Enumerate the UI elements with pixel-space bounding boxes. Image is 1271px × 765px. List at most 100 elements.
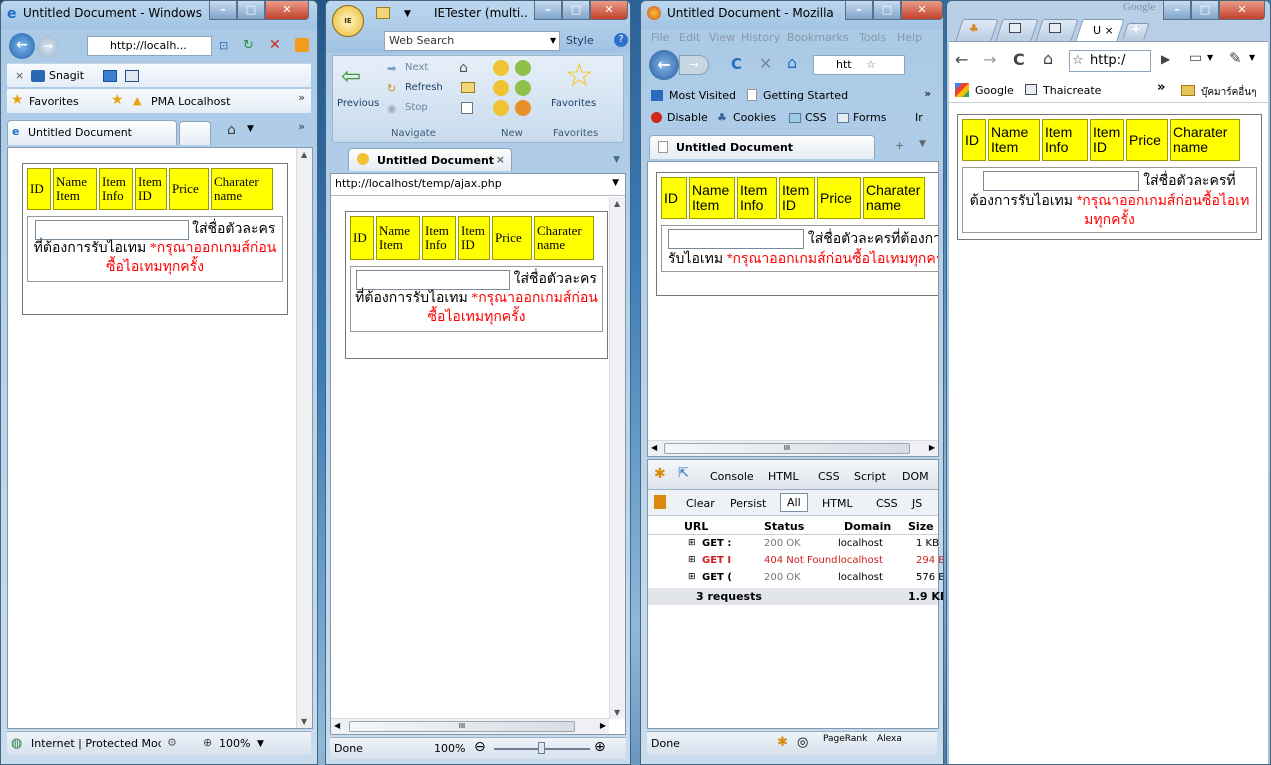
- firefox-stop-icon[interactable]: ✕: [759, 54, 772, 73]
- filter-css[interactable]: CSS: [870, 495, 904, 512]
- filter-all[interactable]: All: [780, 493, 808, 512]
- yslow-icon[interactable]: ◎: [797, 735, 808, 750]
- ietester-close-button[interactable]: ✕: [590, 1, 628, 20]
- favorites-big-star-icon[interactable]: ☆: [565, 56, 594, 94]
- firefox-horizontal-scrollbar[interactable]: ◀ III ▶: [648, 440, 938, 456]
- chrome-active-tab-label[interactable]: U ×: [1093, 24, 1114, 37]
- firebug-pause-icon[interactable]: [654, 495, 666, 509]
- firebug-bug-icon[interactable]: ✱: [654, 466, 666, 482]
- compat-view-icon[interactable]: ⊡: [219, 39, 228, 52]
- firefox-character-input[interactable]: [668, 229, 804, 250]
- ie-maximize-button[interactable]: □: [237, 1, 265, 20]
- ie-zoom-icon[interactable]: ⊕: [203, 736, 212, 749]
- ietester-quick-dropdown-icon[interactable]: ▼: [404, 9, 411, 19]
- add-favorites-icon[interactable]: ★: [111, 92, 124, 108]
- scroll-down-icon[interactable]: ▼: [301, 717, 307, 726]
- ie-new-tab-button[interactable]: [179, 121, 211, 145]
- pagerank-label[interactable]: PageRank: [823, 734, 867, 744]
- chrome-wrench-dropdown-icon[interactable]: ▼: [1249, 53, 1255, 62]
- firefox-new-tab-icon[interactable]: +: [895, 139, 904, 152]
- refresh-ribbon-icon[interactable]: ↻: [387, 82, 396, 95]
- ietester-help-icon[interactable]: ?: [614, 33, 628, 47]
- ietester-tab[interactable]: Untitled Document ×: [348, 148, 512, 171]
- ie-favorites-label[interactable]: Favorites: [29, 95, 79, 108]
- ie-titlebar[interactable]: e Untitled Document - Windows I... – □ ✕: [1, 1, 317, 29]
- net-col-status[interactable]: Status: [764, 520, 804, 533]
- menu-bookmarks[interactable]: Bookmarks: [787, 31, 848, 44]
- filter-html[interactable]: HTML: [816, 495, 859, 512]
- previous-button[interactable]: Previous: [337, 98, 379, 109]
- firefox-reload-icon[interactable]: C: [731, 55, 742, 73]
- snagit-label[interactable]: Snagit: [49, 69, 84, 82]
- protected-mode-icon[interactable]: ⚙: [167, 736, 177, 749]
- ie6-icon[interactable]: [515, 60, 531, 76]
- firefox-address-bar[interactable]: htt ☆: [813, 55, 905, 75]
- scroll-left-icon[interactable]: ◀: [651, 443, 657, 452]
- chrome-star-icon[interactable]: ☆: [1072, 51, 1084, 71]
- ietester-quick-open-icon[interactable]: [376, 7, 390, 19]
- ie7-icon[interactable]: [493, 80, 509, 96]
- chrome-page-menu-icon[interactable]: ▭: [1189, 50, 1202, 66]
- ie-vertical-scrollbar[interactable]: ▲ ▼: [296, 148, 312, 728]
- ie-address-bar[interactable]: http://localh...: [87, 36, 212, 56]
- firefox-hscroll-thumb[interactable]: III: [664, 443, 910, 454]
- ietester-orb-icon[interactable]: IE: [332, 5, 364, 37]
- chrome-reload-icon[interactable]: C: [1013, 50, 1025, 69]
- net-col-url[interactable]: URL: [684, 520, 708, 533]
- scroll-right-icon[interactable]: ▶: [600, 721, 606, 730]
- ietester-minimize-button[interactable]: –: [534, 1, 562, 20]
- open-folder-icon[interactable]: [461, 82, 475, 93]
- snagit-icon[interactable]: [31, 70, 45, 82]
- chrome-close-button[interactable]: ✕: [1219, 1, 1265, 20]
- ie-character-input[interactable]: [34, 220, 189, 240]
- chrome-forward-icon[interactable]: →: [983, 50, 996, 69]
- search-provider-icon[interactable]: [295, 38, 309, 52]
- filter-persist[interactable]: Persist: [724, 495, 772, 512]
- home-ribbon-icon[interactable]: ⌂: [459, 60, 468, 76]
- refresh-icon[interactable]: ↻: [243, 38, 254, 53]
- firefox-bookmarks-chevron-icon[interactable]: »: [924, 87, 931, 100]
- net-col-domain[interactable]: Domain: [844, 520, 891, 533]
- ietester-favorites-button[interactable]: Favorites: [551, 98, 596, 109]
- filter-clear[interactable]: Clear: [680, 495, 721, 512]
- page-icon[interactable]: [461, 102, 473, 114]
- ietester-search-box[interactable]: Web Search: [384, 31, 560, 51]
- zoom-in-icon[interactable]: ⊕: [594, 739, 606, 755]
- ie-zoom-level[interactable]: 100%: [219, 737, 250, 750]
- ietester-address-dropdown-icon[interactable]: ▼: [612, 178, 619, 188]
- firefox-close-button[interactable]: ✕: [901, 1, 943, 20]
- inspect-icon[interactable]: ⇱: [678, 466, 689, 481]
- refresh-button[interactable]: Refresh: [405, 82, 443, 93]
- other-bookmarks[interactable]: บุ๊คมาร์คอื่นๆ: [1201, 85, 1257, 100]
- firebug-tab-css[interactable]: CSS: [812, 468, 846, 485]
- chrome-omnibox[interactable]: ☆ http:/: [1069, 50, 1151, 72]
- ietester-style-menu[interactable]: Style: [566, 34, 594, 47]
- home-icon[interactable]: ⌂: [227, 122, 236, 138]
- snagit-capture-icon[interactable]: [103, 70, 117, 82]
- scroll-down-icon[interactable]: ▼: [614, 708, 620, 717]
- favorites-star-icon[interactable]: ★: [11, 92, 24, 108]
- firebug-tab-console[interactable]: Console: [704, 468, 760, 485]
- chrome-wrench-icon[interactable]: ✎: [1229, 49, 1242, 67]
- ie-close-button[interactable]: ✕: [265, 1, 309, 20]
- ie8-icon[interactable]: [515, 80, 531, 96]
- alexa-label[interactable]: Alexa: [877, 734, 902, 744]
- ie-zoom-dropdown-icon[interactable]: ▼: [257, 739, 264, 749]
- menu-help[interactable]: Help: [897, 31, 922, 44]
- forward-icon[interactable]: →: [37, 36, 59, 58]
- ie-minimize-button[interactable]: –: [209, 1, 237, 20]
- chrome-page-menu-dropdown-icon[interactable]: ▼: [1207, 53, 1213, 62]
- ie-tab[interactable]: e Untitled Document: [7, 120, 177, 145]
- chrome-character-input[interactable]: [983, 171, 1140, 192]
- ietester-search-dropdown-icon[interactable]: ▼: [550, 36, 556, 45]
- bookmark-star-icon[interactable]: ☆: [866, 56, 876, 74]
- bookmark-google[interactable]: Google: [975, 84, 1014, 97]
- menu-history[interactable]: History: [741, 31, 780, 44]
- ie-favbar-chevron-icon[interactable]: »: [298, 91, 305, 104]
- scroll-up-icon[interactable]: ▲: [301, 150, 307, 159]
- scroll-right-icon[interactable]: ▶: [929, 443, 935, 452]
- ietester-horizontal-scrollbar[interactable]: ◀ III ▶: [331, 718, 609, 734]
- bookmark-getting-started[interactable]: Getting Started: [763, 89, 848, 102]
- ietester-window[interactable]: IE ▼ IETester (multi... – □ ✕ Web Search…: [325, 0, 631, 765]
- ietester-hscroll-thumb[interactable]: III: [349, 721, 575, 732]
